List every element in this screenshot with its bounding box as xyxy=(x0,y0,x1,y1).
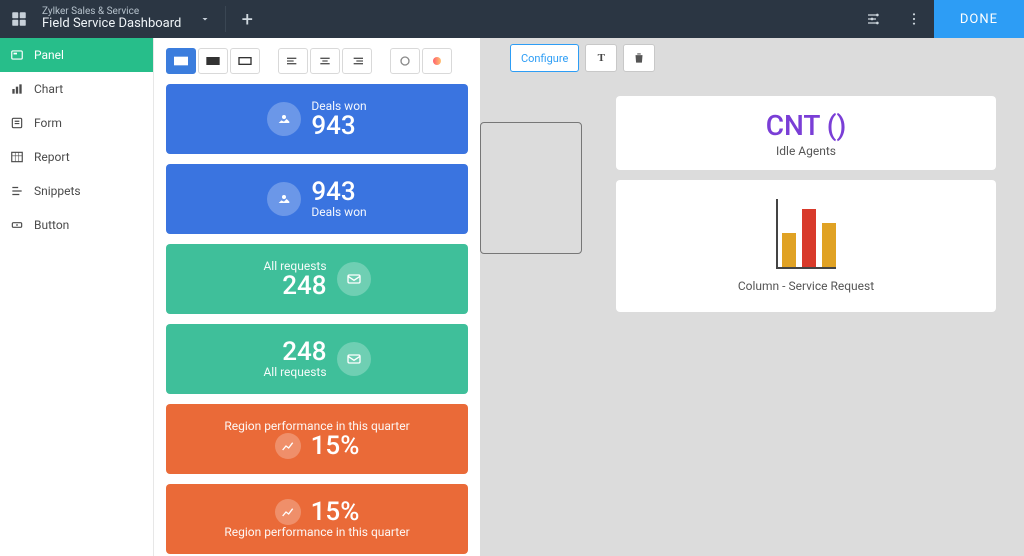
style-outline-button[interactable] xyxy=(230,48,260,74)
sun-icon xyxy=(267,102,301,136)
panel-value: 248 xyxy=(282,339,326,365)
dashboard-title-block: Zylker Sales & Service Field Service Das… xyxy=(38,4,191,33)
snippet-icon xyxy=(10,184,24,198)
panel-sample-green-2[interactable]: 248 All requests xyxy=(166,324,468,394)
sidebar-item-label: Report xyxy=(34,150,70,164)
align-center-button[interactable] xyxy=(310,48,340,74)
widget-idle-agents[interactable]: CNT () Idle Agents xyxy=(616,96,996,170)
button-icon xyxy=(10,218,24,232)
component-sidebar: Panel Chart Form Report Snippets Button xyxy=(0,38,154,556)
sidebar-item-chart[interactable]: Chart xyxy=(0,72,153,106)
dashboard-icon xyxy=(0,0,38,38)
text-button[interactable]: T xyxy=(585,44,617,72)
color-outline-button[interactable] xyxy=(390,48,420,74)
panel-value: 248 xyxy=(282,273,326,299)
trash-icon xyxy=(632,51,646,65)
graph-icon xyxy=(275,499,301,525)
panel-sample-green-1[interactable]: All requests 248 xyxy=(166,244,468,314)
topbar-right: DONE xyxy=(854,0,1024,38)
divider xyxy=(225,6,226,32)
sun-icon xyxy=(267,182,301,216)
panel-library: Deals won 943 943 Deals won All requests… xyxy=(154,38,480,556)
sidebar-item-report[interactable]: Report xyxy=(0,140,153,174)
panel-sample-blue-2[interactable]: 943 Deals won xyxy=(166,164,468,234)
panel-value: 943 xyxy=(311,179,355,205)
sidebar-item-button[interactable]: Button xyxy=(0,208,153,242)
bar-chart-icon xyxy=(776,199,836,269)
sidebar-item-label: Snippets xyxy=(34,184,81,198)
panel-sample-orange-2[interactable]: 15% Region performance in this quarter xyxy=(166,484,468,554)
dashboard-dropdown[interactable] xyxy=(191,5,219,33)
sidebar-item-label: Panel xyxy=(34,48,64,62)
done-button[interactable]: DONE xyxy=(934,0,1024,38)
sidebar-item-label: Button xyxy=(34,218,69,232)
chart-icon xyxy=(10,82,24,96)
more-menu-icon[interactable] xyxy=(894,0,934,38)
panel-icon xyxy=(10,48,24,62)
dashboard-name: Field Service Dashboard xyxy=(42,17,181,31)
panel-label: All requests xyxy=(263,365,326,379)
sidebar-item-label: Form xyxy=(34,116,62,130)
mail-icon xyxy=(337,262,371,296)
panel-sample-orange-1[interactable]: Region performance in this quarter 15% xyxy=(166,404,468,474)
report-icon xyxy=(10,150,24,164)
panel-label: Region performance in this quarter xyxy=(224,419,409,433)
widget-service-request-chart[interactable]: Column - Service Request xyxy=(616,180,996,312)
panel-value: 15% xyxy=(311,499,360,525)
sidebar-item-label: Chart xyxy=(34,82,63,96)
sidebar-item-form[interactable]: Form xyxy=(0,106,153,140)
topbar-left: Zylker Sales & Service Field Service Das… xyxy=(0,0,262,38)
form-icon xyxy=(10,116,24,130)
sidebar-item-snippets[interactable]: Snippets xyxy=(0,174,153,208)
panel-label: All requests xyxy=(263,259,326,273)
graph-icon xyxy=(275,433,301,459)
canvas-widget-toolbar: Configure T xyxy=(510,44,655,72)
configure-button[interactable]: Configure xyxy=(510,44,579,72)
widget-subtitle: Idle Agents xyxy=(776,144,836,158)
align-right-button[interactable] xyxy=(342,48,372,74)
settings-sliders-icon[interactable] xyxy=(854,0,894,38)
delete-button[interactable] xyxy=(623,44,655,72)
style-fill-button[interactable] xyxy=(166,48,196,74)
widget-caption: Column - Service Request xyxy=(738,279,874,293)
panel-label: Region performance in this quarter xyxy=(224,525,409,539)
sidebar-item-panel[interactable]: Panel xyxy=(0,38,153,72)
mail-icon xyxy=(337,342,371,376)
widget-title: CNT () xyxy=(766,109,847,142)
selected-widget-placeholder[interactable] xyxy=(480,122,582,254)
panel-label: Deals won xyxy=(311,205,366,219)
dashboard-canvas[interactable]: Configure T CNT () Idle Agents Column - … xyxy=(480,38,1024,556)
panel-value: 15% xyxy=(311,433,360,459)
add-dashboard-button[interactable]: + xyxy=(232,4,262,34)
topbar: Zylker Sales & Service Field Service Das… xyxy=(0,0,1024,38)
library-toolbar xyxy=(166,48,468,74)
align-left-button[interactable] xyxy=(278,48,308,74)
panel-label: Deals won xyxy=(311,99,366,113)
color-fill-button[interactable] xyxy=(422,48,452,74)
panel-sample-blue-1[interactable]: Deals won 943 xyxy=(166,84,468,154)
panel-value: 943 xyxy=(311,113,355,139)
style-dark-button[interactable] xyxy=(198,48,228,74)
